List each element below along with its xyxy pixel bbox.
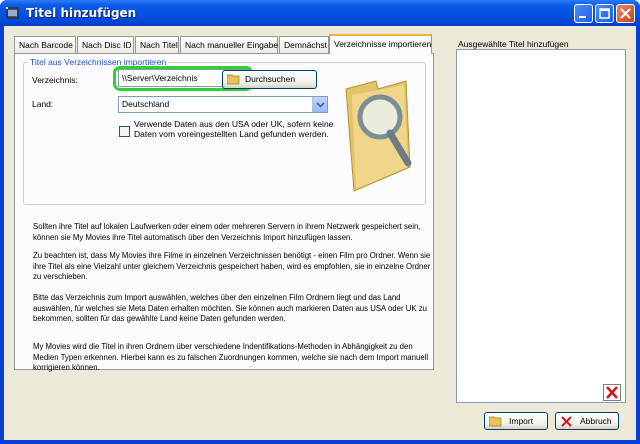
tab-panel: Titel aus Verzeichnissen importieren Ver… xyxy=(14,53,434,372)
cancel-label: Abbruch xyxy=(580,416,612,426)
dropdown-arrow[interactable] xyxy=(312,97,327,112)
import-folder-icon xyxy=(489,416,502,427)
close-button[interactable] xyxy=(616,4,635,23)
close-icon xyxy=(620,8,631,19)
country-label: Land: xyxy=(32,99,54,109)
maximize-icon xyxy=(599,8,610,19)
red-x-icon xyxy=(606,386,618,399)
title-bar[interactable]: Titel hinzufügen xyxy=(0,0,640,26)
tab-nach-barcode[interactable]: Nach Barcode xyxy=(14,36,76,53)
tab-nach-disc-id[interactable]: Nach Disc ID xyxy=(77,36,134,53)
fallback-country-text: Verwende Daten aus den USA oder UK, sofe… xyxy=(134,119,334,139)
info-paragraph-2: Zu beachten ist, dass My Movies ihre Fil… xyxy=(33,251,431,281)
fallback-country-checkbox[interactable] xyxy=(119,126,130,137)
browse-button[interactable]: Durchsuchen xyxy=(222,70,317,89)
remove-title-button[interactable] xyxy=(603,384,621,401)
import-label: Import xyxy=(509,416,534,426)
minimize-icon xyxy=(579,16,586,18)
tab-nach-manueller-eingabe[interactable]: Nach manueller Eingabe xyxy=(180,36,278,53)
import-groupbox: Titel aus Verzeichnissen importieren Ver… xyxy=(23,57,426,205)
selected-titles-label: Ausgewählte Titel hinzufügen xyxy=(458,39,569,49)
cancel-button[interactable]: Abbruch xyxy=(555,412,619,430)
selected-titles-list[interactable] xyxy=(456,49,626,403)
tab-verzeichnisse-importieren[interactable]: Verzeichnisse importieren xyxy=(329,34,432,54)
browse-label: Durchsuchen xyxy=(245,74,296,84)
directory-label: Verzeichnis: xyxy=(32,75,78,85)
info-paragraph-3: Bitte das Verzeichnis zum Import auswähl… xyxy=(33,293,427,323)
window-title: Titel hinzufügen xyxy=(26,6,137,20)
country-value: Deutschland xyxy=(122,99,170,109)
chevron-down-icon xyxy=(316,102,325,108)
import-button[interactable]: Import xyxy=(484,412,548,430)
dialog-client-area: Nach Barcode Nach Disc ID Nach Titel Nac… xyxy=(4,26,636,440)
info-paragraph-1: Sollten ihre Titel auf lokalen Laufwerke… xyxy=(33,222,421,242)
maximize-button[interactable] xyxy=(595,4,614,23)
info-paragraph-4: My Movies wird die Titel in ihren Ordner… xyxy=(33,342,429,372)
minimize-button[interactable] xyxy=(574,4,593,23)
folder-search-icon xyxy=(345,80,412,192)
dialog-window: Titel hinzufügen Nach Barcode Nach Disc … xyxy=(0,0,640,444)
tab-nach-titel[interactable]: Nach Titel xyxy=(135,36,179,53)
country-select[interactable]: Deutschland xyxy=(118,96,328,113)
tab-demnaechst[interactable]: Demnächst xyxy=(279,36,329,53)
app-film-icon xyxy=(6,7,19,19)
cancel-x-icon xyxy=(561,416,572,427)
folder-icon xyxy=(227,74,240,85)
